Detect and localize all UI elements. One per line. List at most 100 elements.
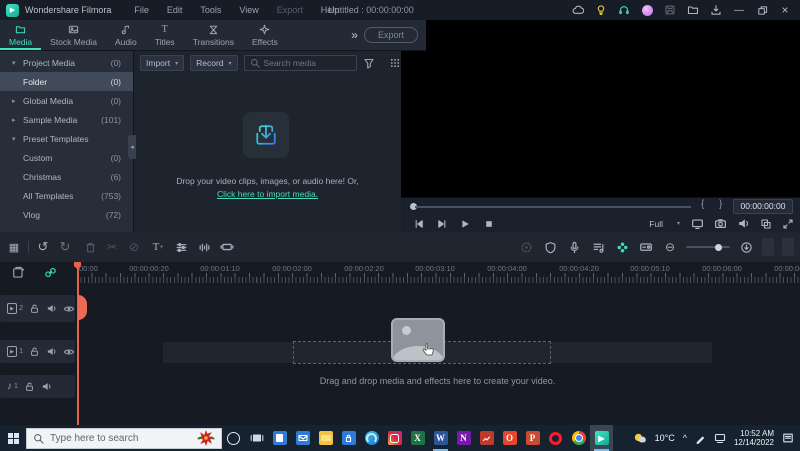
timeline-zoom-slider[interactable] — [686, 246, 730, 248]
show-hidden-icons-chevron[interactable]: ^ — [683, 433, 687, 443]
step-back-icon[interactable] — [413, 218, 425, 230]
mute-speaker-icon[interactable] — [46, 346, 57, 357]
pan-zoom-icon[interactable] — [219, 239, 235, 255]
red-chart-app-icon[interactable] — [475, 425, 498, 451]
menu-edit[interactable]: Edit — [158, 5, 192, 15]
snapshot-camera-icon[interactable] — [714, 217, 727, 230]
sidebar-item-christmas[interactable]: Christmas (6) — [0, 167, 133, 186]
visibility-eye-icon[interactable] — [63, 346, 75, 358]
support-headset-icon[interactable] — [617, 3, 631, 17]
track-header-audio-1[interactable]: ♪ 1 — [0, 375, 75, 398]
track-header-video-2[interactable]: ▶ 2 — [0, 295, 75, 322]
timeline-layout-icon[interactable]: ▦ — [6, 239, 22, 255]
sidebar-item-folder[interactable]: Folder (0) — [0, 72, 133, 91]
undo-icon[interactable]: ↺ — [35, 239, 51, 255]
fullscreen-icon[interactable] — [782, 218, 794, 230]
chrome-icon[interactable] — [567, 425, 590, 451]
weather-icon[interactable] — [632, 431, 647, 446]
powerpoint-icon[interactable]: P — [521, 425, 544, 451]
temperature[interactable]: 10°C — [655, 433, 675, 443]
network-icon[interactable] — [714, 432, 726, 444]
zoom-out-icon[interactable]: ⊖ — [662, 239, 678, 255]
menu-view[interactable]: View — [230, 5, 267, 15]
zoom-fit-icon[interactable] — [738, 239, 754, 255]
play-button[interactable] — [459, 218, 471, 230]
filmora-taskbar-icon[interactable]: ▶ — [590, 425, 613, 451]
sidebar-item-vlog[interactable]: Vlog (72) — [0, 205, 133, 224]
mute-speaker-icon[interactable] — [46, 303, 57, 314]
mute-speaker-icon[interactable] — [41, 381, 52, 392]
layout-icon[interactable] — [760, 218, 772, 230]
open-project-icon[interactable] — [686, 3, 700, 17]
tab-stock-media[interactable]: Stock Media — [41, 20, 106, 50]
excel-icon[interactable]: X — [406, 425, 429, 451]
add-text-icon[interactable]: T+ — [150, 239, 166, 255]
close-button[interactable]: × — [778, 3, 792, 17]
mark-out-icon[interactable]: } — [719, 199, 722, 210]
visibility-eye-icon[interactable] — [63, 303, 75, 315]
speaker-icon[interactable] — [737, 217, 750, 230]
step-forward-icon[interactable] — [436, 218, 448, 230]
sidebar-item-custom[interactable]: Custom (0) — [0, 148, 133, 167]
edge-icon[interactable] — [360, 425, 383, 451]
add-marker-icon[interactable] — [12, 266, 25, 279]
preview-zoom-select[interactable]: Full ▾ — [648, 218, 681, 230]
office-icon[interactable]: O — [498, 425, 521, 451]
instagram-icon[interactable] — [383, 425, 406, 451]
panel-toggle-right-icon[interactable] — [782, 238, 794, 256]
onenote-icon[interactable]: N — [452, 425, 475, 451]
blue-app-icon[interactable] — [268, 425, 291, 451]
cloud-sync-icon[interactable] — [571, 3, 585, 17]
account-avatar[interactable] — [640, 3, 654, 17]
save-icon[interactable] — [663, 3, 677, 17]
pen-input-icon[interactable] — [695, 433, 706, 444]
shield-icon[interactable] — [542, 239, 558, 255]
panel-toggle-left-icon[interactable] — [762, 238, 774, 256]
marker-badge-icon[interactable] — [638, 239, 654, 255]
playhead-marker[interactable] — [78, 295, 87, 320]
poinsettia-doodle-icon[interactable] — [197, 429, 215, 447]
render-preview-icon[interactable] — [518, 239, 534, 255]
mark-in-icon[interactable]: { — [701, 199, 704, 210]
tab-titles[interactable]: T Titles — [146, 20, 184, 50]
search-media-input[interactable]: Search media — [244, 55, 357, 71]
import-button[interactable]: Import ▾ — [140, 55, 184, 71]
import-media-link[interactable]: Click here to import media. — [134, 189, 401, 199]
task-view-icon[interactable] — [245, 425, 268, 451]
video-viewport[interactable] — [400, 20, 800, 197]
audio-mixer-icon[interactable] — [590, 239, 606, 255]
export-button[interactable]: Export — [364, 27, 418, 43]
tab-transitions[interactable]: Transitions — [184, 20, 243, 50]
split-scissors-icon[interactable]: ✂ — [104, 239, 120, 255]
minimize-button[interactable]: — — [732, 3, 746, 17]
sidebar-item-all-templates[interactable]: All Templates (753) — [0, 186, 133, 205]
file-explorer-icon[interactable] — [314, 425, 337, 451]
taskbar-search-input[interactable]: Type here to search — [26, 428, 222, 449]
display-device-icon[interactable] — [691, 217, 704, 230]
scrubber-track[interactable] — [415, 206, 691, 208]
microsoft-store-icon[interactable] — [337, 425, 360, 451]
tab-effects[interactable]: Effects — [243, 20, 287, 50]
start-button[interactable] — [0, 425, 26, 451]
action-center-icon[interactable] — [782, 432, 794, 444]
track-header-video-1[interactable]: ▶ 1 — [0, 340, 75, 363]
tab-media[interactable]: Media — [0, 20, 41, 50]
lock-icon[interactable] — [24, 381, 35, 392]
menu-tools[interactable]: Tools — [191, 5, 230, 15]
cortana-icon[interactable] — [222, 425, 245, 451]
grid-view-icon[interactable] — [389, 57, 401, 69]
playhead-line[interactable] — [77, 262, 79, 425]
menu-file[interactable]: File — [125, 5, 158, 15]
delete-icon[interactable] — [82, 239, 98, 255]
lock-icon[interactable] — [29, 303, 40, 314]
lock-icon[interactable] — [29, 346, 40, 357]
filter-icon[interactable] — [363, 57, 375, 69]
sidebar-collapse-handle[interactable]: ◂ — [128, 135, 136, 159]
sidebar-item-sample-media[interactable]: ▸ Sample Media (101) — [0, 110, 133, 129]
auto-ripple-link-icon[interactable] — [44, 266, 57, 279]
restore-button[interactable] — [755, 3, 769, 17]
voiceover-mic-icon[interactable] — [566, 239, 582, 255]
download-icon[interactable] — [709, 3, 723, 17]
sidebar-item-global-media[interactable]: ▸ Global Media (0) — [0, 91, 133, 110]
word-icon[interactable]: W — [429, 425, 452, 451]
